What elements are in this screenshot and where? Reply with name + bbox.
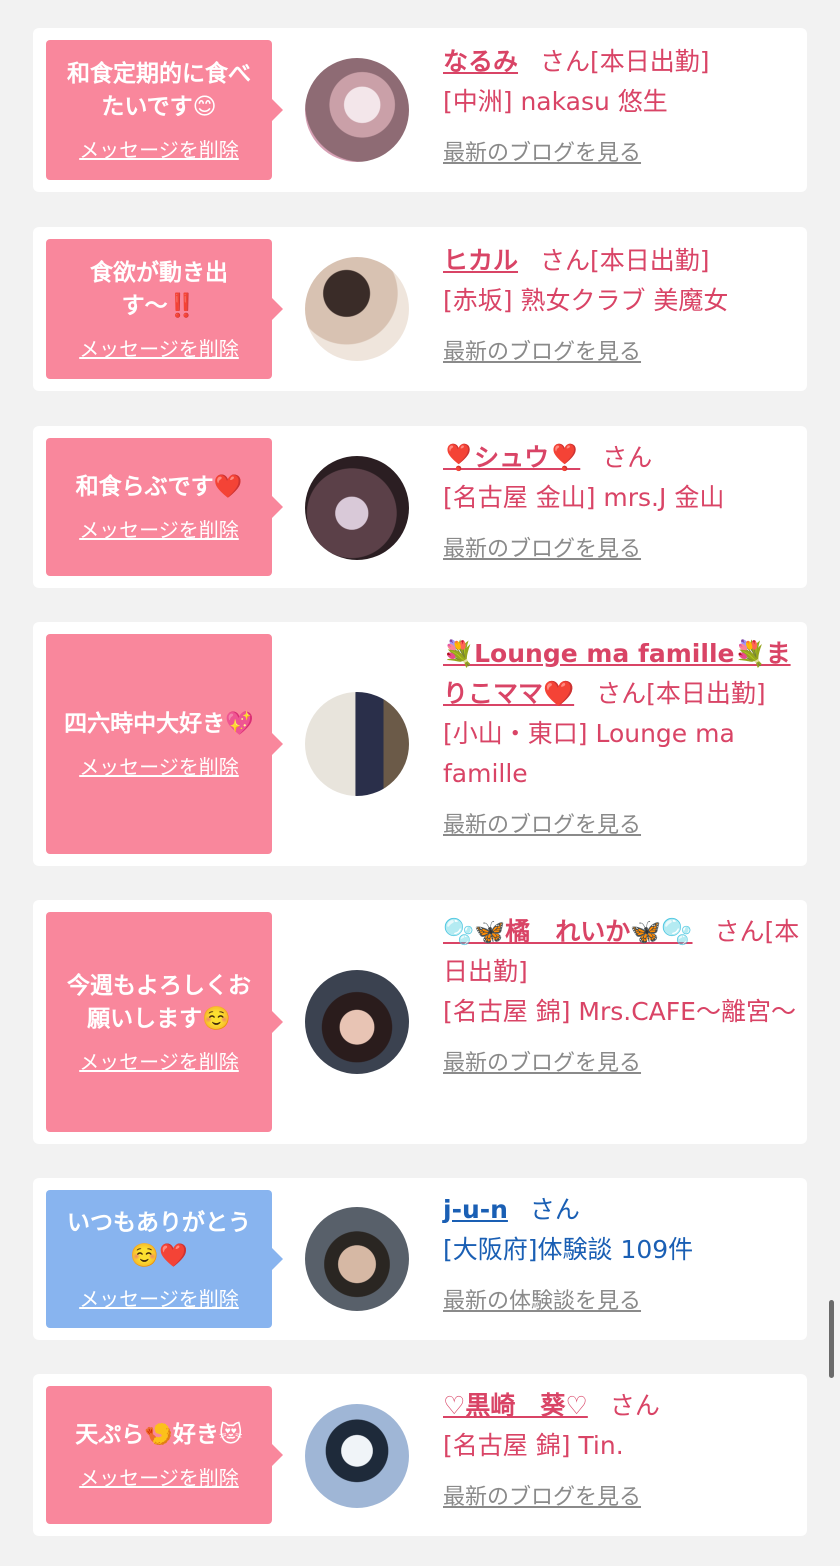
profile-info: 🫧🦋橘 れいか🦋🫧 さん[本日出勤] [名古屋 錦] Mrs.CAFE〜離宮〜 最… [443,912,803,1080]
latest-blog-link[interactable]: 最新のブログを見る [443,138,793,170]
scrollbar[interactable] [829,1300,834,1378]
avatar[interactable] [305,1207,409,1311]
profile-info: ヒカル さん[本日出勤] [赤坂] 熟女クラブ 美魔女 最新のブログを見る [443,241,793,369]
message-bubble: いつもありがとう☺️❤️ メッセージを削除 [46,1190,283,1328]
message-text: 和食らぶです❤️ [75,474,243,500]
delete-message-link[interactable]: メッセージを削除 [79,1046,239,1075]
status-badge: [本日出勤] [646,679,766,708]
message-text: いつもありがとう☺️❤️ [67,1209,251,1269]
name-line: j-u-n さん [443,1190,793,1230]
honorific: さん [540,47,591,76]
latest-blog-link[interactable]: 最新のブログを見る [443,337,793,369]
delete-message-link[interactable]: メッセージを削除 [79,1462,239,1491]
delete-message-link[interactable]: メッセージを削除 [79,751,239,780]
latest-blog-link[interactable]: 最新のブログを見る [443,1482,793,1514]
profile-name-link[interactable]: 🫧🦋橘 れいか🦋🫧 [443,917,693,946]
top-strip [0,0,840,10]
avatar[interactable] [305,692,409,796]
profile-name-link[interactable]: なるみ [443,47,518,76]
profile-info: ♡黒崎 葵♡ さん [名古屋 錦] Tin. 最新のブログを見る [443,1386,793,1514]
message-text: 天ぷら🍤好き😻 [75,1422,243,1448]
shop-name: [小山・東口] Lounge ma famille [443,719,735,788]
shop-name: [名古屋 金山] mrs.J 金山 [443,483,725,512]
message-bubble: 今週もよろしくお願いします☺️ メッセージを削除 [46,912,283,1132]
latest-blog-link[interactable]: 最新のブログを見る [443,810,803,842]
message-text: 四六時中大好き💖 [64,711,254,737]
honorific: さん [540,246,591,275]
profile-name-link[interactable]: j-u-n [443,1195,508,1224]
honorific: さん [602,443,653,472]
message-list-page: 和食定期的に食べたいです😊 メッセージを削除 なるみ さん[本日出勤] [中洲] … [0,0,840,1566]
name-line: なるみ さん[本日出勤] [443,42,793,82]
message-text: 今週もよろしくお願いします☺️ [67,972,251,1032]
profile-info: 💐Lounge ma famille💐まりこママ❤️ さん[本日出勤] [小山・東… [443,634,803,842]
profile-name-link[interactable]: ♡黒崎 葵♡ [443,1391,588,1420]
profile-info: ❣️シュウ❣️ さん [名古屋 金山] mrs.J 金山 最新のブログを見る [443,438,793,566]
latest-blog-link[interactable]: 最新のブログを見る [443,534,793,566]
honorific: さん [714,917,765,946]
profile-info: なるみ さん[本日出勤] [中洲] nakasu 悠生 最新のブログを見る [443,42,793,170]
honorific: さん [596,679,647,708]
avatar[interactable] [305,456,409,560]
shop-name: [赤坂] 熟女クラブ 美魔女 [443,286,729,315]
avatar[interactable] [305,257,409,361]
delete-message-link[interactable]: メッセージを削除 [79,1283,239,1312]
message-card: 四六時中大好き💖 メッセージを削除 💐Lounge ma famille💐まりこ… [33,622,807,866]
shop-name: [中洲] nakasu 悠生 [443,87,668,116]
message-card: いつもありがとう☺️❤️ メッセージを削除 j-u-n さん [大阪府]体験談 1… [33,1178,807,1340]
honorific: さん [609,1391,660,1420]
message-card: 今週もよろしくお願いします☺️ メッセージを削除 🫧🦋橘 れいか🦋🫧 さん[本日出… [33,900,807,1144]
message-bubble: 食欲が動き出す〜‼️ メッセージを削除 [46,239,283,379]
honorific: さん [529,1195,580,1224]
delete-message-link[interactable]: メッセージを削除 [79,134,239,163]
message-bubble: 天ぷら🍤好き😻 メッセージを削除 [46,1386,283,1524]
message-card: 和食定期的に食べたいです😊 メッセージを削除 なるみ さん[本日出勤] [中洲] … [33,28,807,192]
avatar[interactable] [305,58,409,162]
avatar[interactable] [305,970,409,1074]
avatar[interactable] [305,1404,409,1508]
name-line: ヒカル さん[本日出勤] [443,241,793,281]
shop-name: [大阪府]体験談 109件 [443,1235,694,1264]
status-badge: [本日出勤] [590,47,710,76]
profile-name-link[interactable]: ❣️シュウ❣️ [443,443,580,472]
latest-blog-link[interactable]: 最新のブログを見る [443,1048,803,1080]
message-text: 食欲が動き出す〜‼️ [90,259,228,319]
message-card: 天ぷら🍤好き😻 メッセージを削除 ♡黒崎 葵♡ さん [名古屋 錦] Tin. 最… [33,1374,807,1536]
message-text: 和食定期的に食べたいです😊 [67,60,251,120]
profile-name-link[interactable]: ヒカル [443,246,518,275]
message-card: 和食らぶです❤️ メッセージを削除 ❣️シュウ❣️ さん [名古屋 金山] mrs… [33,426,807,588]
delete-message-link[interactable]: メッセージを削除 [79,333,239,362]
message-bubble: 四六時中大好き💖 メッセージを削除 [46,634,283,854]
name-line: 💐Lounge ma famille💐まりこママ❤️ さん[本日出勤] [443,634,803,714]
message-bubble: 和食らぶです❤️ メッセージを削除 [46,438,283,576]
message-bubble: 和食定期的に食べたいです😊 メッセージを削除 [46,40,283,180]
name-line: ♡黒崎 葵♡ さん [443,1386,793,1426]
delete-message-link[interactable]: メッセージを削除 [79,514,239,543]
shop-name: [名古屋 錦] Mrs.CAFE〜離宮〜 [443,997,796,1026]
name-line: ❣️シュウ❣️ さん [443,438,793,478]
shop-name: [名古屋 錦] Tin. [443,1431,624,1460]
status-badge: [本日出勤] [590,246,710,275]
profile-info: j-u-n さん [大阪府]体験談 109件 最新の体験談を見る [443,1190,793,1318]
latest-review-link[interactable]: 最新の体験談を見る [443,1286,793,1318]
message-card: 食欲が動き出す〜‼️ メッセージを削除 ヒカル さん[本日出勤] [赤坂] 熟女ク… [33,227,807,391]
name-line: 🫧🦋橘 れいか🦋🫧 さん[本日出勤] [443,912,803,992]
